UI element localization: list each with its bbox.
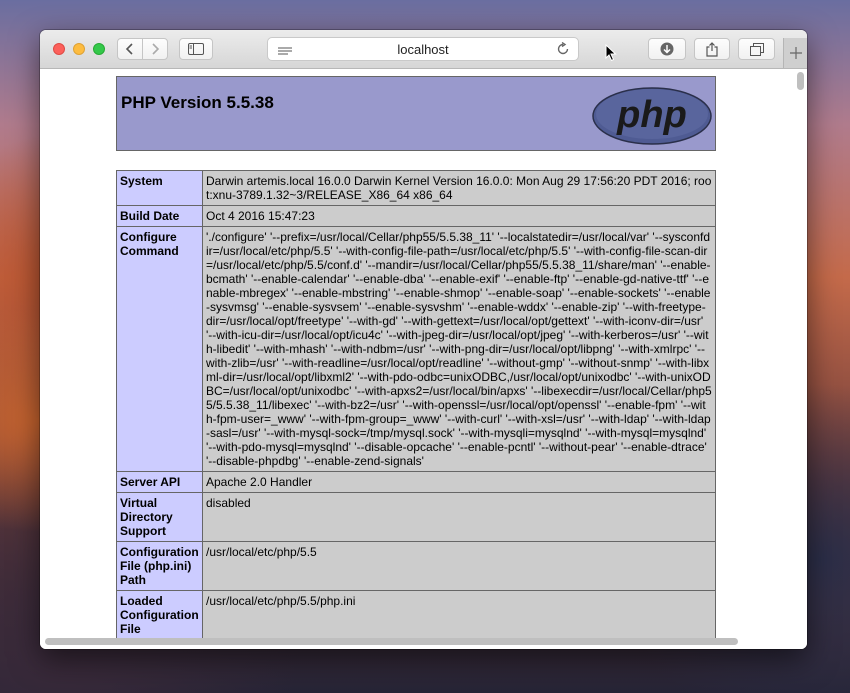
back-icon bbox=[125, 43, 133, 55]
nav-buttons bbox=[117, 38, 169, 60]
info-value: Oct 4 2016 15:47:23 bbox=[202, 205, 716, 227]
info-label: Server API bbox=[116, 471, 203, 493]
forward-icon bbox=[152, 43, 160, 55]
php-logo-text: php bbox=[616, 94, 687, 136]
info-row: Configuration File (php.ini) Path/usr/lo… bbox=[116, 541, 716, 591]
reload-button[interactable] bbox=[556, 41, 570, 61]
php-header: PHP Version 5.5.38 php bbox=[116, 76, 716, 151]
page-title: PHP Version 5.5.38 bbox=[121, 93, 274, 112]
info-row: Virtual Directory Support disabled bbox=[116, 492, 716, 542]
info-label: Loaded Configuration File bbox=[116, 590, 203, 640]
info-value: /usr/local/etc/php/5.5 bbox=[202, 541, 716, 591]
back-button[interactable] bbox=[117, 38, 143, 60]
new-tab-button[interactable] bbox=[783, 38, 807, 68]
info-label: Virtual Directory Support bbox=[116, 492, 203, 542]
info-label: Configuration File (php.ini) Path bbox=[116, 541, 203, 591]
forward-button[interactable] bbox=[142, 38, 168, 60]
share-icon bbox=[706, 41, 718, 57]
sidebar-icon bbox=[188, 43, 204, 55]
download-icon bbox=[660, 42, 674, 56]
info-value: './configure' '--prefix=/usr/local/Cella… bbox=[202, 226, 716, 472]
info-row: Loaded Configuration File/usr/local/etc/… bbox=[116, 590, 716, 640]
info-value: Apache 2.0 Handler bbox=[202, 471, 716, 493]
info-row: Server API Apache 2.0 Handler bbox=[116, 471, 716, 493]
info-value: Darwin artemis.local 16.0.0 Darwin Kerne… bbox=[202, 170, 716, 206]
minimize-window-button[interactable] bbox=[73, 43, 85, 55]
downloads-button[interactable] bbox=[648, 38, 686, 60]
info-row: Build Date Oct 4 2016 15:47:23 bbox=[116, 205, 716, 227]
browser-toolbar: localhost bbox=[40, 30, 807, 69]
sidebar-button[interactable] bbox=[179, 38, 213, 60]
zoom-window-button[interactable] bbox=[93, 43, 105, 55]
info-value: /usr/local/etc/php/5.5/php.ini bbox=[202, 590, 716, 640]
vertical-scrollbar[interactable] bbox=[797, 72, 804, 90]
url-text: localhost bbox=[397, 42, 449, 57]
page-content[interactable]: PHP Version 5.5.38 php System Darwin arte… bbox=[40, 69, 807, 649]
plus-icon bbox=[790, 47, 802, 59]
share-button[interactable] bbox=[694, 38, 730, 60]
close-window-button[interactable] bbox=[53, 43, 65, 55]
horizontal-scrollbar[interactable] bbox=[45, 638, 738, 645]
tabs-icon bbox=[749, 42, 764, 56]
info-label: Configure Command bbox=[116, 226, 203, 472]
browser-window: localhost PHP Version 5.5.38 php System … bbox=[40, 30, 807, 649]
reload-icon bbox=[557, 41, 569, 55]
info-value: disabled bbox=[202, 492, 716, 542]
info-label: Build Date bbox=[116, 205, 203, 227]
php-info-table: System Darwin artemis.local 16.0.0 Darwin… bbox=[116, 170, 716, 640]
info-row: Configure Command './configure' '--prefix… bbox=[116, 226, 716, 472]
mouse-cursor-icon bbox=[605, 43, 617, 67]
info-row: System Darwin artemis.local 16.0.0 Darwin… bbox=[116, 170, 716, 206]
address-bar[interactable]: localhost bbox=[267, 37, 579, 61]
php-logo: php bbox=[592, 87, 712, 145]
show-tabs-button[interactable] bbox=[738, 38, 775, 60]
info-label: System bbox=[116, 170, 203, 206]
